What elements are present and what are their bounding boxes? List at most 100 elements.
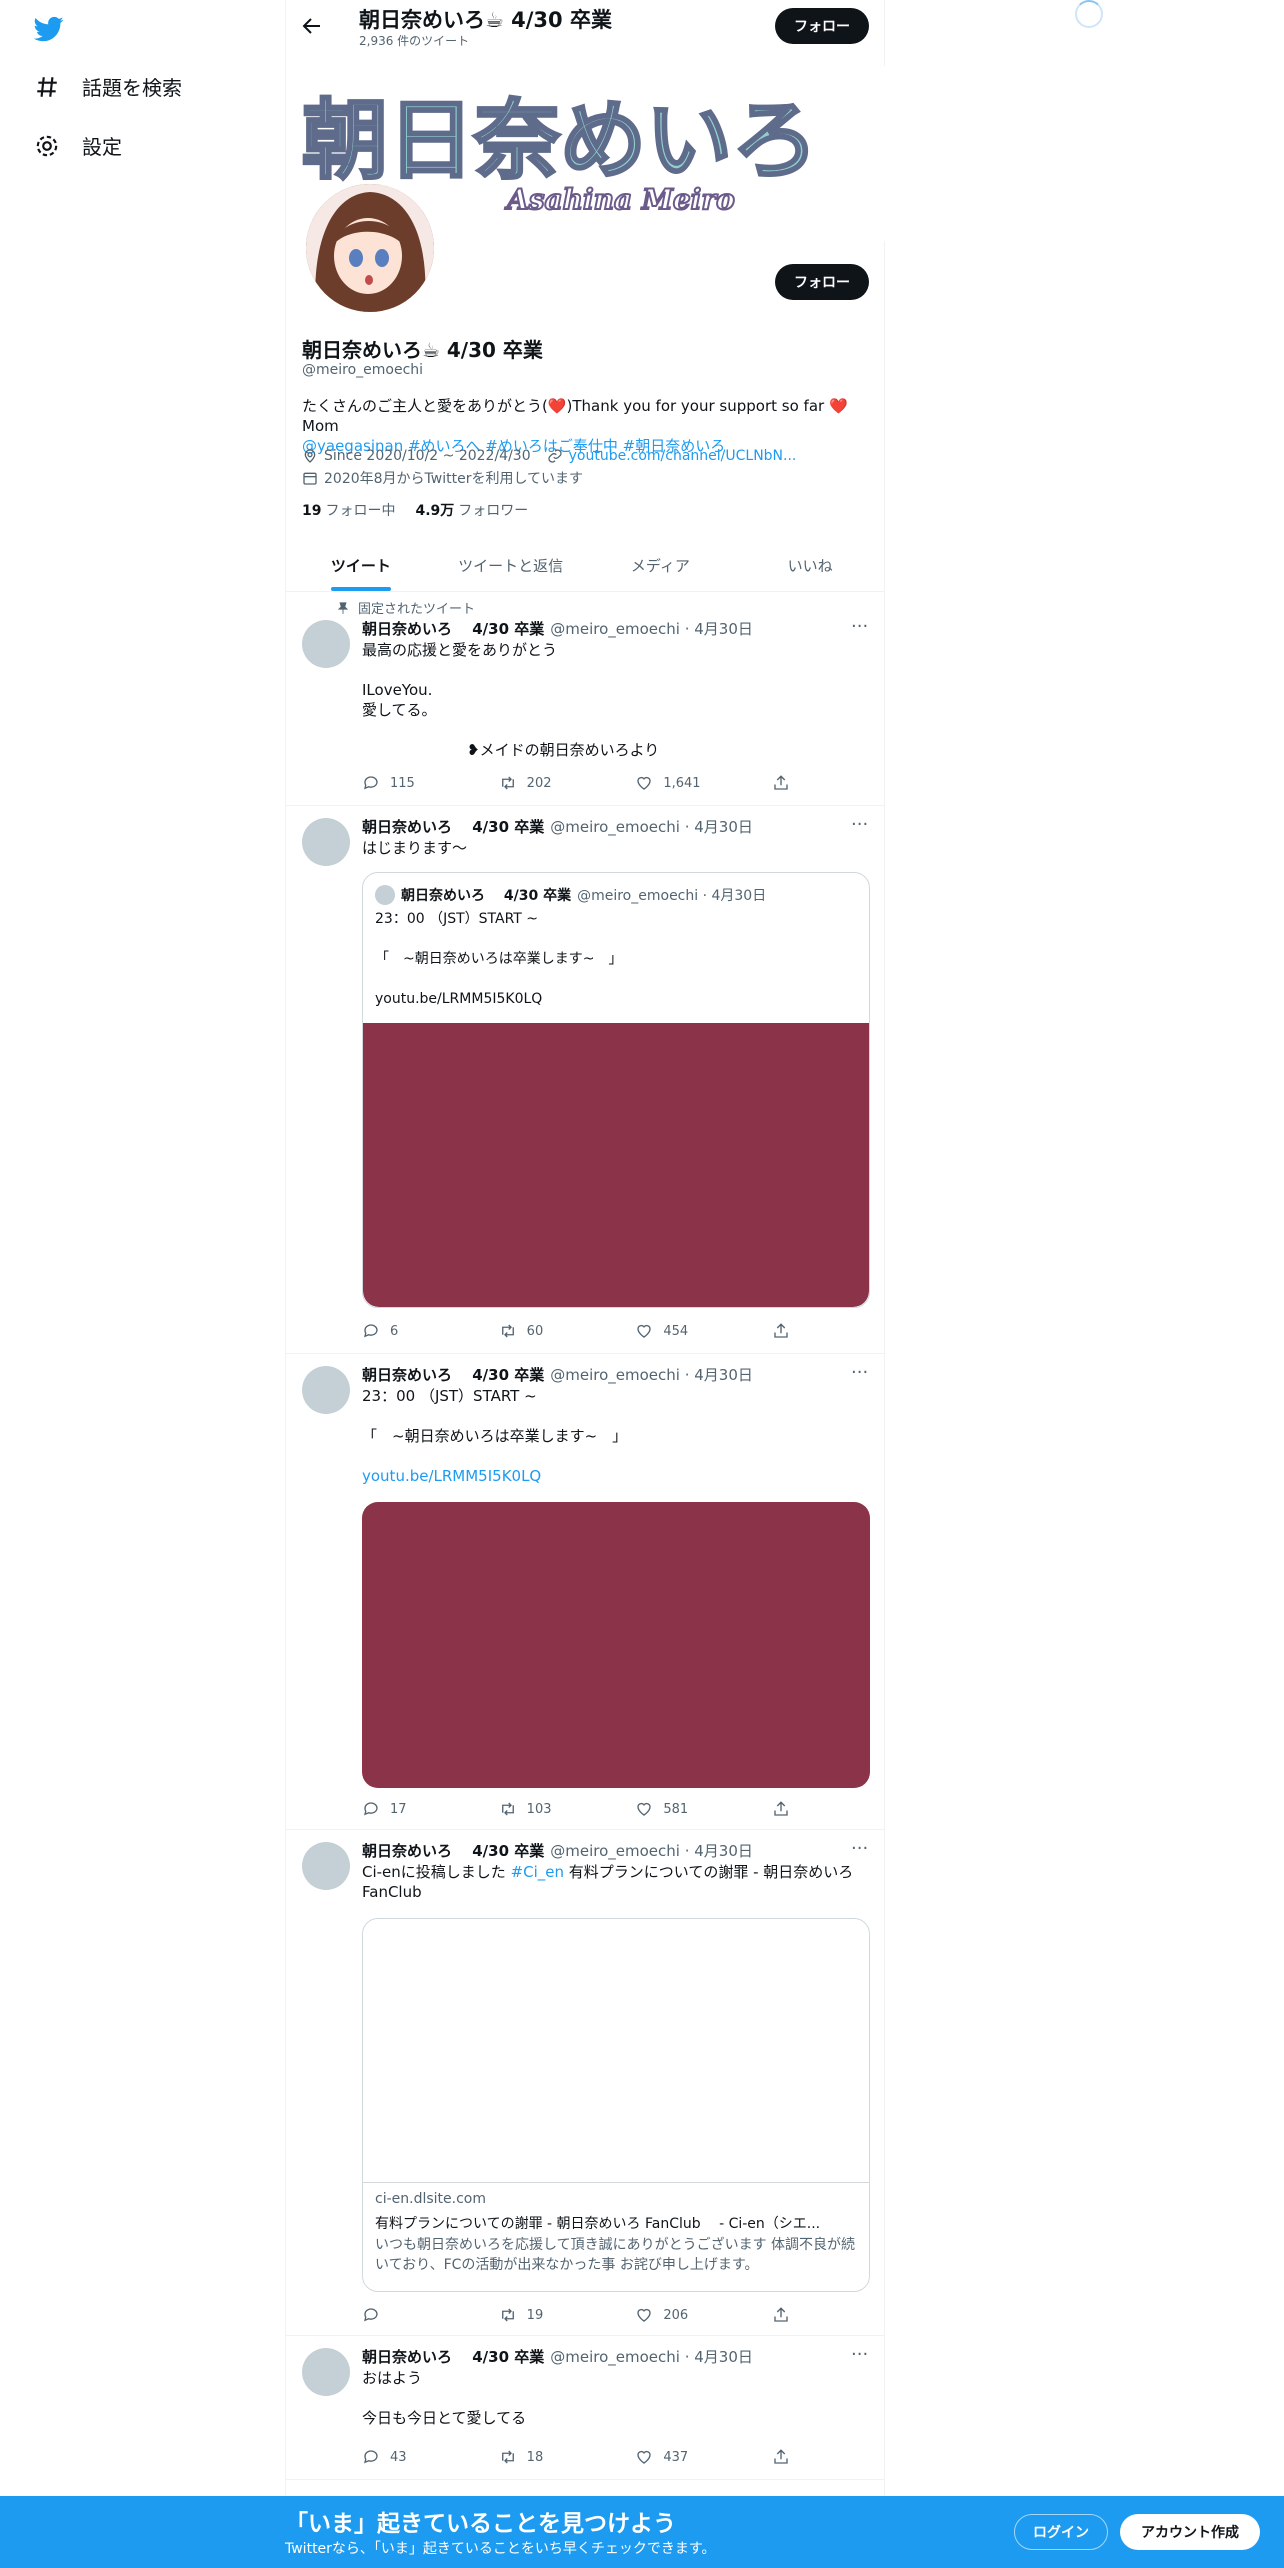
tweet-text: はじまります〜	[362, 839, 468, 857]
profile-bio: たくさんのご主人と愛をありがとう(❤️)Thank you for your s…	[302, 396, 872, 456]
bottom-bar-title: 「いま」起きていることを見つけよう	[285, 2511, 676, 2537]
share-button[interactable]	[772, 2306, 792, 2324]
retweet-button[interactable]: 18	[499, 2448, 636, 2466]
retweet-button[interactable]: 19	[499, 2306, 636, 2324]
reply-button[interactable]	[362, 2306, 499, 2324]
quoted-media[interactable]	[363, 1023, 869, 1307]
reply-count: 115	[390, 775, 415, 791]
tweet-author[interactable]: 朝日奈めいろ 4/30 卒業	[362, 818, 544, 836]
like-button[interactable]: 454	[635, 1322, 772, 1340]
tweet-author[interactable]: 朝日奈めいろ 4/30 卒業	[362, 1842, 544, 1860]
tweet-meta[interactable]: @meiro_emoechi · 4月30日	[550, 620, 753, 638]
profile-url[interactable]: youtube.com/channel/UCLNbN...	[569, 448, 797, 464]
signup-button[interactable]: アカウント作成	[1120, 2514, 1260, 2550]
share-button[interactable]	[772, 2448, 792, 2466]
pin-icon	[337, 601, 349, 614]
tab-likes[interactable]: いいね	[735, 540, 885, 591]
reply-button[interactable]: 17	[362, 1800, 499, 1818]
share-button[interactable]	[772, 1800, 792, 1818]
reply-button[interactable]: 43	[362, 2448, 499, 2466]
like-count: 454	[663, 1323, 689, 1339]
like-count: 1,641	[663, 775, 701, 791]
quoted-tweet[interactable]: 朝日奈めいろ 4/30 卒業 @meiro_emoechi · 4月30日 23：…	[362, 872, 870, 1308]
share-button[interactable]	[772, 774, 792, 792]
tweet-text: Ci-enに投稿しました #Ci_en 有料プランについての謝罪 - 朝日奈めい…	[362, 1862, 872, 1902]
tweet-avatar[interactable]	[302, 2348, 350, 2396]
like-count: 437	[663, 2449, 689, 2465]
like-button[interactable]: 581	[635, 1800, 772, 1818]
tweet-text-pre: Ci-enに投稿しました	[362, 1863, 511, 1881]
tweet-quote[interactable]: 朝日奈めいろ 4/30 卒業 @meiro_emoechi · 4月30日 ···…	[286, 806, 885, 1354]
like-button[interactable]: 206	[635, 2306, 772, 2324]
avatar-illustration	[306, 184, 434, 312]
tweet-avatar[interactable]	[302, 620, 350, 668]
card-domain: ci-en.dlsite.com	[375, 2191, 486, 2207]
link-card[interactable]: ci-en.dlsite.com 有料プランについての謝罪 - 朝日奈めいろ F…	[362, 1918, 870, 2292]
retweet-button[interactable]: 202	[499, 774, 636, 792]
tweet-link[interactable]: youtu.be/LRMM5I5K0LQ	[362, 1466, 872, 1486]
tweet-author[interactable]: 朝日奈めいろ 4/30 卒業	[362, 620, 544, 638]
tweet-avatar[interactable]	[302, 1842, 350, 1890]
tweet-media-image[interactable]	[362, 1502, 870, 1788]
tweet-avatar[interactable]	[302, 818, 350, 866]
reply-button[interactable]: 115	[362, 774, 499, 792]
heart-icon	[637, 1802, 652, 1816]
profile-avatar[interactable]	[302, 180, 438, 316]
sidebar-item-settings[interactable]: 設定	[34, 131, 122, 160]
share-icon	[774, 2307, 788, 2322]
profile-joined-row: 2020年8月からTwitterを利用しています	[302, 468, 583, 488]
tweet-pinned[interactable]: 固定されたツイート 朝日奈めいろ 4/30 卒業 @meiro_emoechi ·…	[286, 592, 885, 806]
login-button[interactable]: ログイン	[1014, 2514, 1108, 2550]
tweet-header: 朝日奈めいろ 4/30 卒業 @meiro_emoechi · 4月30日	[362, 1364, 753, 1385]
twitter-logo-icon[interactable]	[34, 14, 64, 44]
reply-icon	[364, 2308, 378, 2322]
tweet-text-only[interactable]: 朝日奈めいろ 4/30 卒業 @meiro_emoechi · 4月30日 ···…	[286, 2336, 885, 2480]
following-link[interactable]: 19 フォロー中	[302, 500, 395, 520]
tab-media[interactable]: メディア	[586, 540, 736, 591]
tweet-meta[interactable]: @meiro_emoechi · 4月30日	[550, 2348, 753, 2366]
retweet-button[interactable]: 103	[499, 1800, 636, 1818]
tweet-meta[interactable]: @meiro_emoechi · 4月30日	[550, 1366, 753, 1384]
reply-button[interactable]: 6	[362, 1322, 499, 1340]
retweet-icon	[501, 2308, 514, 2322]
tweet-avatar[interactable]	[302, 1366, 350, 1414]
tweet-meta[interactable]: @meiro_emoechi · 4月30日	[550, 818, 753, 836]
more-options-icon[interactable]: ···	[851, 1362, 868, 1383]
tab-tweets-and-replies[interactable]: ツイートと返信	[436, 540, 586, 591]
sidebar-item-explore[interactable]: 話題を検索	[34, 72, 182, 101]
retweet-count: 19	[526, 2307, 544, 2323]
profile-handle: @meiro_emoechi	[302, 362, 424, 378]
retweet-count: 103	[526, 1801, 552, 1817]
card-description: いつも朝日奈めいろを応援して頂き誠にありがとうございます 体調不良が続いており、…	[375, 2237, 856, 2273]
following-count: 19	[302, 503, 322, 519]
share-button[interactable]	[772, 1322, 792, 1340]
link-icon	[547, 449, 562, 463]
tweet-header: 朝日奈めいろ 4/30 卒業 @meiro_emoechi · 4月30日	[362, 618, 753, 639]
more-options-icon[interactable]: ···	[851, 2344, 868, 2365]
tweet-text: 23：00 （JST）START ~ 「 ~朝日奈めいろは卒業します~ 」	[362, 1387, 628, 1445]
like-button[interactable]: 437	[635, 2448, 772, 2466]
tweet-author[interactable]: 朝日奈めいろ 4/30 卒業	[362, 1366, 544, 1384]
tweet-media[interactable]: 朝日奈めいろ 4/30 卒業 @meiro_emoechi · 4月30日 ···…	[286, 1354, 885, 1830]
heart-icon	[637, 2450, 652, 2464]
more-options-icon[interactable]: ···	[851, 814, 868, 835]
heart-icon	[637, 776, 652, 790]
more-options-icon[interactable]: ···	[851, 616, 868, 637]
more-options-icon[interactable]: ···	[851, 1838, 868, 1859]
tweet-author[interactable]: 朝日奈めいろ 4/30 卒業	[362, 2348, 544, 2366]
tweet-meta[interactable]: @meiro_emoechi · 4月30日	[550, 1842, 753, 1860]
tab-tweets[interactable]: ツイート	[286, 540, 436, 591]
hashtag-link[interactable]: #Ci_en	[511, 1863, 564, 1881]
header-follow-button[interactable]: フォロー	[775, 8, 869, 44]
retweet-icon	[501, 1324, 514, 1338]
card-title: 有料プランについての謝罪 - 朝日奈めいろ FanClub - Ci-en（シエ…	[375, 2216, 821, 2232]
quoted-avatar	[375, 885, 395, 905]
followers-link[interactable]: 4.9万 フォロワー	[415, 500, 528, 520]
profile-follow-button[interactable]: フォロー	[775, 264, 869, 300]
back-arrow-icon[interactable]	[300, 14, 324, 38]
quoted-author: 朝日奈めいろ 4/30 卒業	[401, 888, 572, 904]
like-button[interactable]: 1,641	[635, 774, 772, 792]
tweet-link-card[interactable]: 朝日奈めいろ 4/30 卒業 @meiro_emoechi · 4月30日 ···…	[286, 1830, 885, 2336]
retweet-button[interactable]: 60	[499, 1322, 636, 1340]
card-image	[363, 1919, 869, 2183]
